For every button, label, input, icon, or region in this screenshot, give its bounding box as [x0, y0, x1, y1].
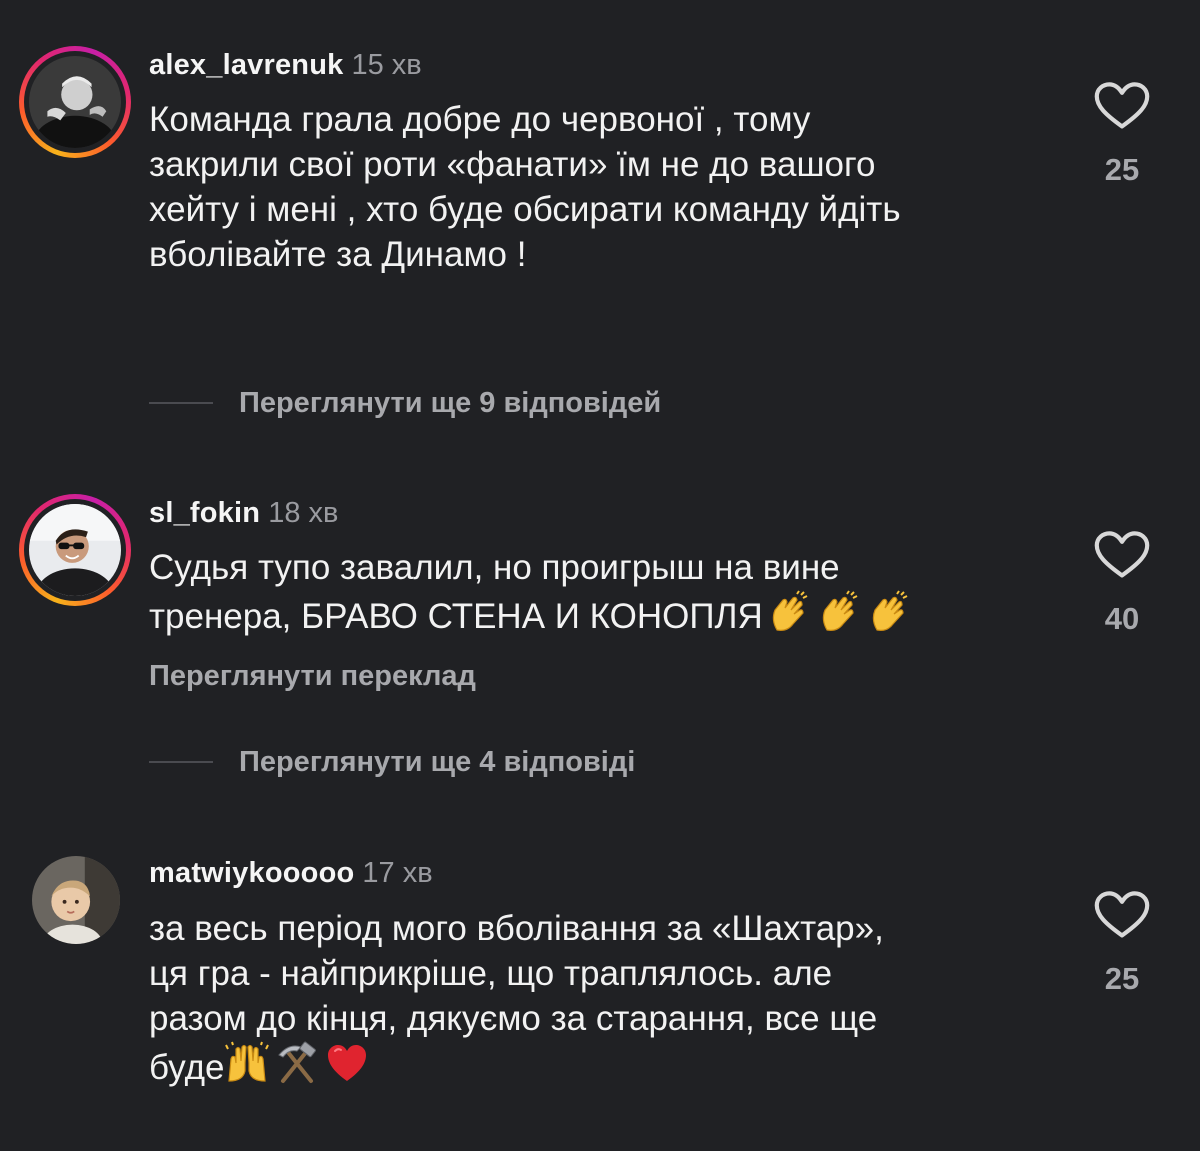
view-replies-button[interactable]: Переглянути ще 9 відповідей — [149, 386, 661, 420]
comment-header: matwiykooooo 17 хв — [149, 856, 433, 890]
comment-line: ця гра - найприкріше, що траплялось. але — [149, 954, 833, 993]
comment-text: за весь період мого вболівання за «Шахта… — [149, 906, 1049, 1090]
comment-line-with-emoji: тренера, БРАВО СТЕНА И КОНОПЛЯ — [149, 590, 1049, 639]
avatar-gap — [24, 51, 126, 153]
timestamp: 18 хв — [268, 497, 339, 529]
like-count: 40 — [1104, 601, 1140, 636]
comment-line: хейту і мені , хто буде обсирати команду… — [149, 190, 901, 229]
comment-header: alex_lavrenuk 15 хв — [149, 48, 422, 82]
replies-divider — [149, 761, 213, 763]
like-count: 25 — [1104, 152, 1140, 187]
clapping-hands-emoji — [822, 590, 858, 631]
clapping-hands-emoji — [772, 590, 808, 631]
clapping-hands-emoji — [872, 590, 908, 631]
comment-line: Команда грала добре до червоної , тому — [149, 100, 811, 139]
like-count: 25 — [1104, 961, 1140, 996]
avatar-gap — [24, 499, 126, 601]
hammer-and-pick-emoji — [277, 1041, 316, 1083]
timestamp: 15 хв — [351, 49, 422, 81]
emoji-group — [767, 590, 911, 636]
comment-line: вболівайте за Динамо ! — [149, 235, 527, 274]
view-replies-label: Переглянути ще 4 відповіді — [239, 745, 636, 778]
avatar-matwiykooooo[interactable] — [32, 856, 120, 944]
raising-hands-emoji — [224, 1041, 269, 1082]
comment-header: sl_fokin 18 хв — [149, 496, 338, 530]
heart-outline-icon[interactable] — [1093, 891, 1151, 939]
comment-text: Судья тупо завалил, но проигрыш на вине … — [149, 545, 1049, 639]
heart-outline-icon[interactable] — [1093, 531, 1151, 579]
comment-text: Команда грала добре до червоної , тому з… — [149, 97, 1049, 277]
view-replies-button[interactable]: Переглянути ще 4 відповіді — [149, 745, 635, 779]
avatar-sl-fokin[interactable] — [29, 504, 121, 596]
view-replies-label: Переглянути ще 9 відповідей — [239, 386, 662, 419]
comment-line: закрили свої роти «фанати» їм не до вашо… — [149, 145, 876, 184]
avatar-story-ring[interactable] — [19, 494, 131, 606]
view-translation-button[interactable]: Переглянути переклад — [149, 660, 476, 693]
username[interactable]: alex_lavrenuk — [149, 49, 343, 81]
comment-line: Судья тупо завалил, но проигрыш на вине — [149, 548, 840, 587]
heart-outline-icon[interactable] — [1093, 82, 1151, 130]
avatar-image — [32, 856, 120, 944]
emoji-group — [224, 1041, 369, 1087]
avatar-story-ring[interactable] — [19, 46, 131, 158]
comment-line: тренера, БРАВО СТЕНА И КОНОПЛЯ — [149, 597, 763, 636]
username[interactable]: sl_fokin — [149, 497, 260, 529]
timestamp: 17 хв — [362, 857, 433, 889]
comment-line: за весь період мого вболівання за «Шахта… — [149, 909, 884, 948]
comment-line: разом до кінця, дякуємо за старання, все… — [149, 999, 878, 1038]
red-heart-emoji — [327, 1045, 366, 1081]
comment-line: буде — [149, 1048, 225, 1087]
username[interactable]: matwiykooooo — [149, 857, 354, 889]
comment-line-with-emoji: буде — [149, 1041, 1049, 1090]
avatar-alex-lavrenuk[interactable] — [29, 56, 121, 148]
replies-divider — [149, 402, 213, 404]
